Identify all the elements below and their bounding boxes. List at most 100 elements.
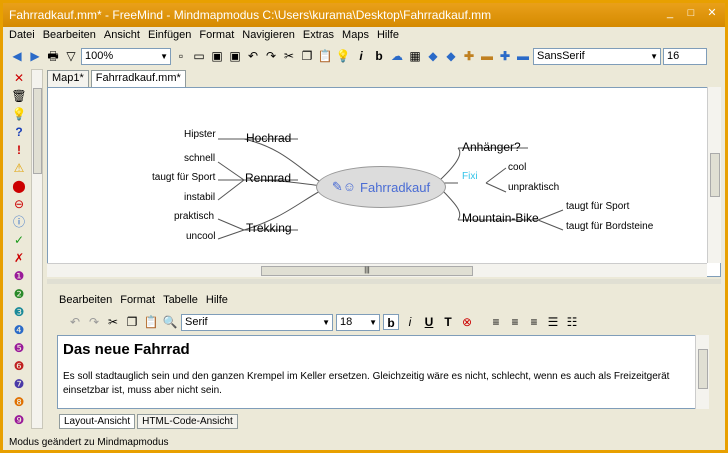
editor-menu-hilfe[interactable]: Hilfe bbox=[206, 294, 228, 306]
copy-icon[interactable]: ❐ bbox=[299, 48, 315, 64]
node-cool[interactable]: cool bbox=[508, 162, 526, 173]
editor-cut-icon[interactable]: ✂ bbox=[105, 314, 121, 330]
cross-icon[interactable]: ✗ bbox=[9, 249, 29, 267]
save-as-icon[interactable]: ▣ bbox=[227, 48, 243, 64]
note-editor[interactable]: Das neue Fahrrad Es soll stadtauglich se… bbox=[57, 335, 709, 409]
node-rennrad[interactable]: Rennrad bbox=[245, 171, 291, 185]
editor-color-icon[interactable]: ⊗ bbox=[459, 314, 475, 330]
editor-paste-icon[interactable]: 📋 bbox=[143, 314, 159, 330]
map-vscroll-thumb[interactable] bbox=[710, 153, 720, 197]
remove-icon[interactable]: ✕ bbox=[9, 69, 29, 87]
info-icon[interactable]: ⓘ bbox=[9, 213, 29, 231]
arrow-right-icon[interactable]: ◆ bbox=[443, 48, 459, 64]
editor-underline-icon[interactable]: U bbox=[421, 314, 437, 330]
plus-blue-icon[interactable]: ✚ bbox=[497, 48, 513, 64]
font-select[interactable]: SansSerif ▼ bbox=[533, 47, 661, 65]
filter-icon[interactable]: ▽ bbox=[63, 48, 79, 64]
priority-2-icon[interactable]: ❷ bbox=[9, 285, 29, 303]
palette-scrollbar[interactable] bbox=[31, 69, 43, 429]
forward-icon[interactable]: ▶ bbox=[27, 48, 43, 64]
print-icon[interactable]: 🖶 bbox=[45, 48, 61, 64]
editor-copy-icon[interactable]: ❐ bbox=[124, 314, 140, 330]
align-center-icon[interactable]: ≡ bbox=[507, 314, 523, 330]
editor-undo-icon[interactable]: ↶ bbox=[67, 314, 83, 330]
menu-navigieren[interactable]: Navigieren bbox=[242, 29, 295, 42]
arrow-left-icon[interactable]: ◆ bbox=[425, 48, 441, 64]
node-hochrad[interactable]: Hochrad bbox=[246, 131, 291, 145]
minimize-button[interactable]: _ bbox=[661, 6, 679, 22]
redo-icon[interactable]: ↷ bbox=[263, 48, 279, 64]
menu-format[interactable]: Format bbox=[199, 29, 234, 42]
back-icon[interactable]: ◀ bbox=[9, 48, 25, 64]
editor-redo-icon[interactable]: ↷ bbox=[86, 314, 102, 330]
tab-map1[interactable]: Map1* bbox=[47, 70, 89, 87]
editor-menu-bearbeiten[interactable]: Bearbeiten bbox=[59, 294, 112, 306]
priority-8-icon[interactable]: ❽ bbox=[9, 393, 29, 411]
editor-font-select[interactable]: Serif ▼ bbox=[181, 313, 333, 331]
node-taugt-fuer-bordsteine[interactable]: taugt für Bordsteine bbox=[566, 221, 653, 232]
node-anhaenger[interactable]: Anhänger? bbox=[462, 140, 521, 154]
menu-ansicht[interactable]: Ansicht bbox=[104, 29, 140, 42]
menu-bearbeiten[interactable]: Bearbeiten bbox=[43, 29, 96, 42]
node-schnell[interactable]: schnell bbox=[184, 153, 215, 164]
check-icon[interactable]: ✓ bbox=[9, 231, 29, 249]
new-file-icon[interactable]: ▫ bbox=[173, 48, 189, 64]
editor-menu-format[interactable]: Format bbox=[120, 294, 155, 306]
editor-font-size-select[interactable]: 18 ▼ bbox=[336, 313, 380, 331]
minus-icon[interactable]: ▬ bbox=[479, 48, 495, 64]
pane-splitter[interactable] bbox=[47, 279, 721, 284]
palette-scroll-thumb[interactable] bbox=[33, 88, 42, 174]
editor-italic-icon[interactable]: i bbox=[402, 314, 418, 330]
priority-1-icon[interactable]: ❶ bbox=[9, 267, 29, 285]
editor-scrollbar[interactable] bbox=[695, 335, 709, 409]
cloud-icon[interactable]: ☁ bbox=[389, 48, 405, 64]
exclamation-icon[interactable]: ! bbox=[9, 141, 29, 159]
bold-icon[interactable]: b bbox=[371, 48, 387, 64]
question-icon[interactable]: ? bbox=[9, 123, 29, 141]
map-hscroll-thumb[interactable]: ||| bbox=[261, 266, 473, 276]
menu-maps[interactable]: Maps bbox=[342, 29, 369, 42]
node-taugt-fuer-sport-right[interactable]: taugt für Sport bbox=[566, 201, 629, 212]
map-horizontal-scrollbar[interactable]: ||| bbox=[47, 263, 707, 277]
node-fixi[interactable]: Fixi bbox=[462, 171, 478, 182]
editor-find-icon[interactable]: 🔍 bbox=[162, 314, 178, 330]
priority-9-icon[interactable]: ❾ bbox=[9, 411, 29, 429]
node-trekking[interactable]: Trekking bbox=[246, 221, 292, 235]
zoom-select[interactable]: 100% ▼ bbox=[81, 47, 171, 65]
warning-icon[interactable]: ⚠ bbox=[9, 159, 29, 177]
italic-icon[interactable]: i bbox=[353, 48, 369, 64]
priority-3-icon[interactable]: ❸ bbox=[9, 303, 29, 321]
cut-icon[interactable]: ✂ bbox=[281, 48, 297, 64]
tab-fahrradkauf[interactable]: Fahrradkauf.mm* bbox=[90, 70, 186, 87]
node-taugt-fuer-sport-left[interactable]: taugt für Sport bbox=[152, 172, 215, 183]
close-button[interactable]: ✕ bbox=[703, 6, 721, 22]
map-vertical-scrollbar[interactable] bbox=[707, 87, 721, 263]
node-hipster[interactable]: Hipster bbox=[184, 129, 216, 140]
priority-4-icon[interactable]: ❹ bbox=[9, 321, 29, 339]
editor-bold-icon[interactable]: b bbox=[383, 314, 399, 330]
menu-hilfe[interactable]: Hilfe bbox=[377, 29, 399, 42]
paste-icon[interactable]: 📋 bbox=[317, 48, 333, 64]
tab-layout-view[interactable]: Layout-Ansicht bbox=[59, 414, 136, 429]
align-right-icon[interactable]: ≡ bbox=[526, 314, 542, 330]
editor-strike-icon[interactable]: T bbox=[440, 314, 456, 330]
lightbulb-icon[interactable]: 💡 bbox=[9, 105, 29, 123]
priority-7-icon[interactable]: ❼ bbox=[9, 375, 29, 393]
minus-blue-icon[interactable]: ▬ bbox=[515, 48, 531, 64]
align-left-icon[interactable]: ≡ bbox=[488, 314, 504, 330]
tab-html-code-view[interactable]: HTML-Code-Ansicht bbox=[137, 414, 238, 429]
editor-menu-tabelle[interactable]: Tabelle bbox=[163, 294, 198, 306]
editor-scroll-thumb[interactable] bbox=[698, 349, 708, 389]
node-mountain-bike[interactable]: Mountain-Bike bbox=[462, 211, 539, 225]
trash-icon[interactable]: 🗑 bbox=[9, 87, 29, 105]
font-size-select[interactable]: 16 bbox=[663, 47, 707, 65]
menu-extras[interactable]: Extras bbox=[303, 29, 334, 42]
no-entry-icon[interactable]: ⊖ bbox=[9, 195, 29, 213]
plus-icon[interactable]: ✚ bbox=[461, 48, 477, 64]
node-uncool[interactable]: uncool bbox=[186, 231, 215, 242]
priority-5-icon[interactable]: ❺ bbox=[9, 339, 29, 357]
menu-einfuegen[interactable]: Einfügen bbox=[148, 29, 191, 42]
mindmap-canvas[interactable]: Hipster Hochrad schnell taugt für Sport … bbox=[47, 87, 721, 277]
save-icon[interactable]: ▣ bbox=[209, 48, 225, 64]
menu-datei[interactable]: Datei bbox=[9, 29, 35, 42]
